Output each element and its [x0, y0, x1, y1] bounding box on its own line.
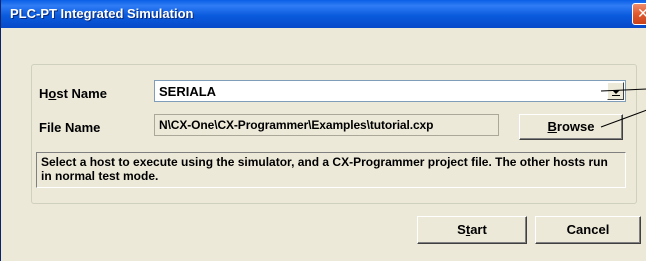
- callout-line-browse: [600, 109, 646, 128]
- dialog-window: PLC-PT Integrated Simulation ✕ Host Name…: [0, 0, 646, 261]
- callout-lines: [600, 88, 646, 128]
- callout-line-host: [600, 88, 646, 92]
